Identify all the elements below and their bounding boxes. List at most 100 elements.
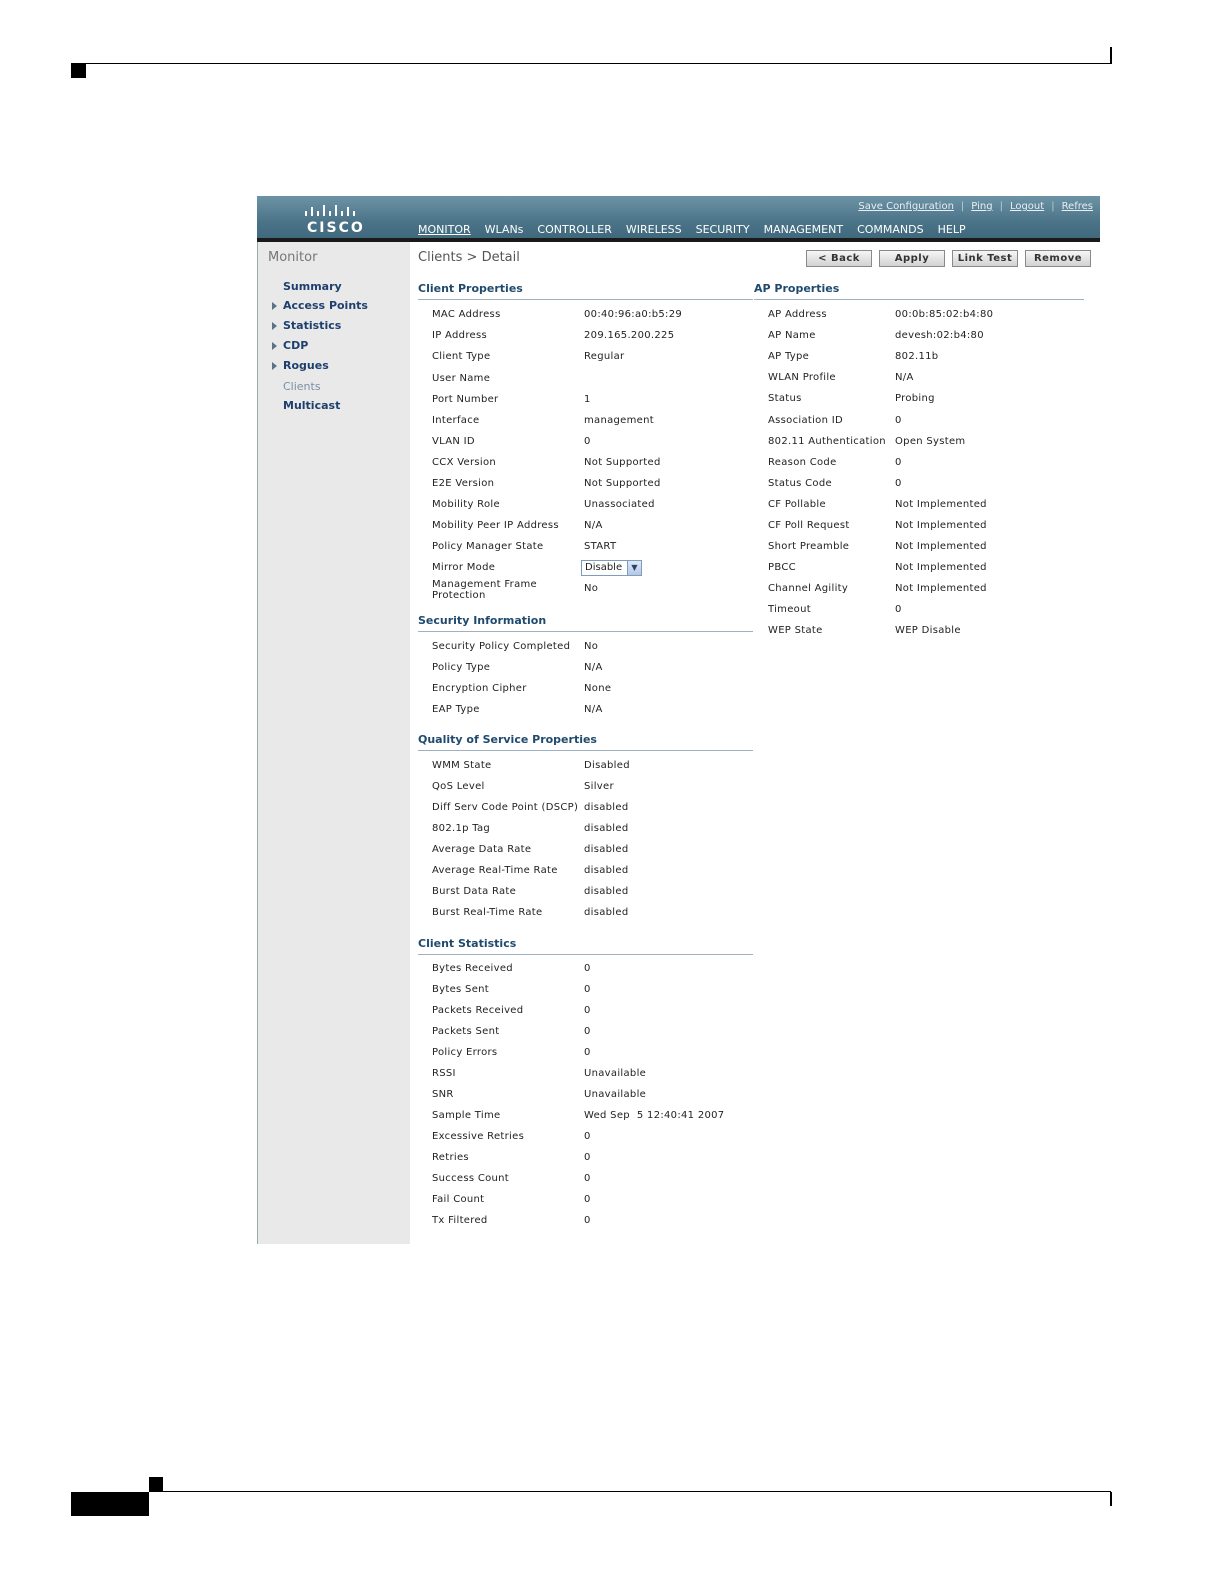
sidebar-item-summary[interactable]: Summary — [283, 280, 342, 293]
sidebar-item-cdp[interactable]: CDP — [283, 339, 308, 352]
row-value: 0 — [584, 436, 591, 447]
row-label: Policy Manager State — [432, 541, 544, 552]
row-value: devesh:02:b4:80 — [895, 330, 984, 341]
row-label: WEP State — [768, 625, 823, 636]
row-label: WMM State — [432, 760, 492, 771]
nav-commands[interactable]: COMMANDS — [857, 223, 924, 236]
row-value: disabled — [584, 886, 629, 897]
row-label: Reason Code — [768, 457, 837, 468]
row-value: 0 — [584, 1131, 591, 1142]
row-label: CF Poll Request — [768, 520, 850, 531]
controller-screenshot: CISCO Save Configuration | Ping | Logout | Ref… — [257, 196, 1100, 1244]
row-value: N/A — [584, 662, 603, 673]
sidebar-item-rogues[interactable]: Rogues — [283, 359, 329, 372]
nav-controller[interactable]: CONTROLLER — [537, 223, 611, 236]
row-label: Burst Data Rate — [432, 886, 517, 897]
nav-wireless[interactable]: WIRELESS — [626, 223, 682, 236]
nav-monitor[interactable]: MONITOR — [418, 223, 471, 236]
row-label: Interface — [432, 415, 480, 426]
row-label: Timeout — [768, 604, 811, 615]
row-label: 802.1p Tag — [432, 823, 491, 834]
row-label: AP Name — [768, 330, 816, 341]
row-label: Diff Serv Code Point (DSCP) — [432, 802, 579, 813]
mirror-mode-select[interactable]: Disable ▼ — [581, 560, 642, 576]
sidebar-item-multicast[interactable]: Multicast — [283, 399, 340, 412]
expand-arrow-icon[interactable] — [272, 302, 277, 310]
row-value: START — [584, 541, 617, 552]
row-value: N/A — [584, 704, 603, 715]
row-label: Channel Agility — [768, 583, 849, 594]
row-value: 0 — [584, 1026, 591, 1037]
row-label: AP Address — [768, 309, 827, 320]
page-footer-rule — [149, 1491, 1111, 1492]
row-value: disabled — [584, 907, 629, 918]
row-value: None — [584, 683, 612, 694]
row-label: Client Type — [432, 351, 491, 362]
ping-link[interactable]: Ping — [964, 201, 999, 212]
row-label: VLAN ID — [432, 436, 475, 447]
row-value: Not Implemented — [895, 541, 987, 552]
expand-arrow-icon[interactable] — [272, 342, 277, 350]
row-label: QoS Level — [432, 781, 485, 792]
row-value: 0 — [584, 1005, 591, 1016]
row-label: CCX Version — [432, 457, 497, 468]
main-content: Clients > Detail < Back Apply Link Test … — [410, 242, 1100, 1244]
row-value: Not Supported — [584, 478, 661, 489]
row-label: CF Pollable — [768, 499, 826, 510]
row-label: Tx Filtered — [432, 1215, 488, 1226]
row-label: Management Frame Protection — [432, 579, 538, 601]
row-label: Policy Errors — [432, 1047, 498, 1058]
sidebar-item-clients[interactable]: Clients — [283, 380, 321, 393]
expand-arrow-icon[interactable] — [272, 322, 277, 330]
nav-management[interactable]: MANAGEMENT — [764, 223, 843, 236]
refresh-link[interactable]: Refres — [1055, 201, 1100, 212]
row-value: disabled — [584, 802, 629, 813]
row-value: 0 — [895, 478, 902, 489]
page-header-marker — [71, 64, 86, 78]
row-value: 0 — [895, 457, 902, 468]
save-configuration-link[interactable]: Save Configuration — [851, 201, 961, 212]
row-value: Not Supported — [584, 457, 661, 468]
expand-arrow-icon[interactable] — [272, 362, 277, 370]
chevron-down-icon[interactable]: ▼ — [627, 561, 641, 575]
row-label: Status — [768, 393, 802, 404]
row-label: Packets Sent — [432, 1026, 500, 1037]
row-value: Not Implemented — [895, 499, 987, 510]
row-value: 00:0b:85:02:b4:80 — [895, 309, 994, 320]
logout-link[interactable]: Logout — [1003, 201, 1051, 212]
row-value: Unassociated — [584, 499, 655, 510]
sidebar-item-access-points[interactable]: Access Points — [283, 299, 368, 312]
remove-button[interactable]: Remove — [1025, 250, 1091, 267]
row-value: Not Implemented — [895, 520, 987, 531]
back-button[interactable]: < Back — [806, 250, 872, 267]
sidebar-item-statistics[interactable]: Statistics — [283, 319, 341, 332]
top-links: Save Configuration | Ping | Logout | Refres — [851, 201, 1100, 212]
link-test-button[interactable]: Link Test — [952, 250, 1018, 267]
section-rule — [418, 631, 753, 632]
page-header-tick — [1110, 47, 1112, 64]
row-label: Packets Received — [432, 1005, 524, 1016]
row-value: disabled — [584, 823, 629, 834]
row-label: Bytes Sent — [432, 984, 489, 995]
row-label: EAP Type — [432, 704, 480, 715]
row-value: Not Implemented — [895, 562, 987, 573]
row-value: No — [584, 641, 599, 652]
row-label: Average Real-Time Rate — [432, 865, 558, 876]
row-value: 0 — [584, 1194, 591, 1205]
nav-help[interactable]: HELP — [938, 223, 966, 236]
row-value: 209.165.200.225 — [584, 330, 675, 341]
row-value: disabled — [584, 844, 629, 855]
row-label: Status Code — [768, 478, 832, 489]
page-footer-marker — [149, 1477, 163, 1491]
main-nav: MONITOR WLANs CONTROLLER WIRELESS SECURITY MA… — [418, 223, 980, 236]
nav-wlans[interactable]: WLANs — [485, 223, 524, 236]
row-label: RSSI — [432, 1068, 456, 1079]
row-value: 0 — [895, 415, 902, 426]
row-value: 0 — [584, 963, 591, 974]
section-rule — [418, 299, 753, 300]
nav-security[interactable]: SECURITY — [696, 223, 750, 236]
row-value: 0 — [584, 984, 591, 995]
qos-properties-heading: Quality of Service Properties — [418, 733, 597, 746]
apply-button[interactable]: Apply — [879, 250, 945, 267]
row-label: PBCC — [768, 562, 796, 573]
